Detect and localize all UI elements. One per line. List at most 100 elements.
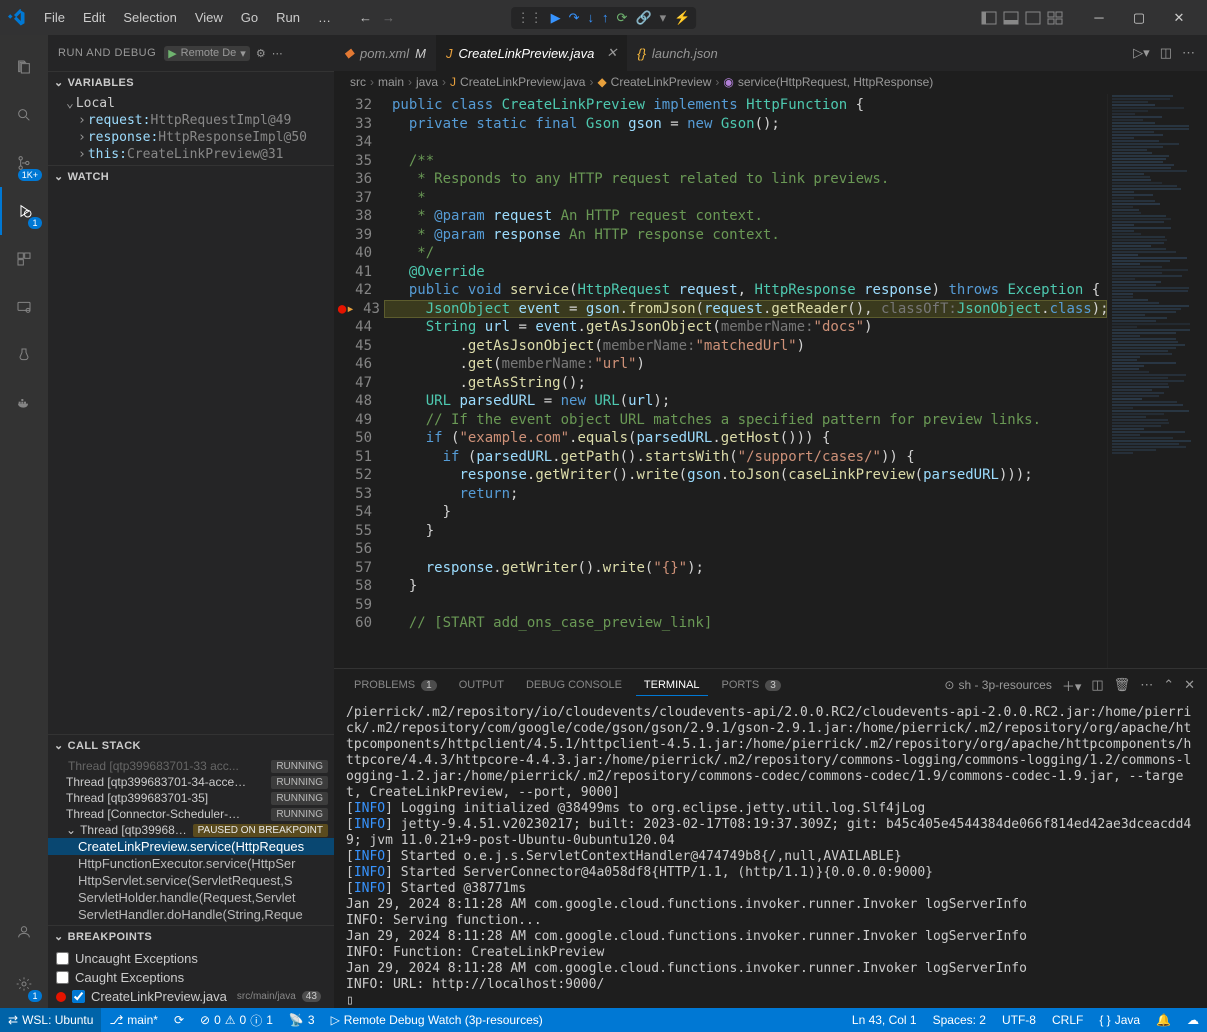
minimap[interactable] xyxy=(1107,94,1207,668)
stack-frame[interactable]: CreateLinkPreview.service(HttpReques xyxy=(48,838,334,855)
breakpoint-row[interactable]: Uncaught Exceptions xyxy=(48,949,334,968)
close-button[interactable]: ✕ xyxy=(1159,3,1199,33)
variable-row[interactable]: › this: CreateLinkPreview@31 xyxy=(48,146,334,163)
variables-scope[interactable]: ⌄Local xyxy=(48,95,334,112)
menu-go[interactable]: Go xyxy=(233,6,266,29)
restart-icon[interactable]: ⟳ xyxy=(617,10,628,26)
menu-view[interactable]: View xyxy=(187,6,231,29)
bp-checkbox[interactable] xyxy=(56,971,69,984)
panel-tab-terminal[interactable]: TERMINAL xyxy=(636,675,708,696)
menu-run[interactable]: Run xyxy=(268,6,308,29)
thread-row-paused[interactable]: ⌄Thread [qtp39968…PAUSED ON BREAKPOINT xyxy=(48,822,334,838)
breadcrumbs[interactable]: src› main› java› JCreateLinkPreview.java… xyxy=(334,71,1207,94)
thread-row[interactable]: Thread [qtp399683701-33 acc...RUNNING xyxy=(48,758,334,774)
tab-createlinkpreview[interactable]: JCreateLinkPreview.java✕ xyxy=(436,35,627,71)
split-terminal-icon[interactable]: ◫ xyxy=(1091,677,1103,693)
tab-pom[interactable]: ◆pom.xmlM xyxy=(334,35,436,71)
terminal-more-icon[interactable]: ⋯ xyxy=(1140,677,1153,693)
bp-checkbox[interactable] xyxy=(72,990,85,1003)
continue-icon[interactable]: ▶ xyxy=(551,10,561,26)
panel-tab-problems[interactable]: PROBLEMS1 xyxy=(346,675,445,695)
thread-row[interactable]: Thread [Connector-Scheduler-…RUNNING xyxy=(48,806,334,822)
code-editor[interactable]: 3233343536373839404142●▸ 434445464748495… xyxy=(334,94,1207,668)
terminal-profile[interactable]: ⊙sh - 3p-resources xyxy=(944,678,1051,692)
breadcrumb-item[interactable]: src xyxy=(350,75,366,89)
breakpoint-row[interactable]: CreateLinkPreview.javasrc/main/java43 xyxy=(48,987,334,1006)
layout-left-icon[interactable] xyxy=(981,10,997,26)
variable-row[interactable]: › response: HttpResponseImpl@50 xyxy=(48,129,334,146)
drag-handle-icon[interactable]: ⋮⋮ xyxy=(517,10,543,26)
run-debug-icon[interactable]: 1 xyxy=(0,187,48,235)
breakpoints-header[interactable]: ⌄BREAKPOINTS xyxy=(48,926,334,947)
encoding[interactable]: UTF-8 xyxy=(994,1013,1044,1027)
search-icon[interactable] xyxy=(0,91,48,139)
chevron-down-icon[interactable]: ▾ xyxy=(240,47,246,60)
breadcrumb-item[interactable]: service(HttpRequest, HttpResponse) xyxy=(738,75,933,89)
nav-forward-icon[interactable]: → xyxy=(382,10,395,25)
debug-more-icon[interactable]: ⋯ xyxy=(272,47,283,60)
stack-frame[interactable]: ServletHolder.handle(Request,Servlet xyxy=(48,889,334,906)
bp-checkbox[interactable] xyxy=(56,952,69,965)
minimize-button[interactable]: ─ xyxy=(1079,3,1119,33)
step-out-icon[interactable]: ↑ xyxy=(602,10,609,25)
settings-icon[interactable]: 1 xyxy=(0,960,48,1008)
breadcrumb-item[interactable]: CreateLinkPreview.java xyxy=(460,75,585,89)
layout-customize-icon[interactable] xyxy=(1047,10,1063,26)
breadcrumb-item[interactable]: java xyxy=(416,75,438,89)
panel-tab-debugconsole[interactable]: DEBUG CONSOLE xyxy=(518,675,630,695)
thread-row[interactable]: Thread [qtp399683701-35]RUNNING xyxy=(48,790,334,806)
breakpoint-row[interactable]: Caught Exceptions xyxy=(48,968,334,987)
eol[interactable]: CRLF xyxy=(1044,1013,1091,1027)
stack-frame[interactable]: HttpFunctionExecutor.service(HttpSer xyxy=(48,855,334,872)
debug-session-indicator[interactable]: ▷Remote Debug Watch (3p-resources) xyxy=(323,1008,551,1032)
testing-icon[interactable] xyxy=(0,331,48,379)
remote-indicator[interactable]: ⇄WSL: Ubuntu xyxy=(0,1008,101,1032)
sync-indicator[interactable]: ⟳ xyxy=(166,1008,192,1032)
breadcrumb-item[interactable]: main xyxy=(378,75,404,89)
panel-tab-output[interactable]: OUTPUT xyxy=(451,675,512,695)
stack-frame[interactable]: ServletHandler.doHandle(String,Reque xyxy=(48,906,334,923)
disconnect-icon[interactable]: ▾ xyxy=(660,10,667,26)
feedback-icon[interactable]: ☁ xyxy=(1179,1013,1207,1027)
nav-back-icon[interactable]: ← xyxy=(359,10,372,25)
hot-reload-icon[interactable]: ⚡ xyxy=(674,10,690,26)
accounts-icon[interactable] xyxy=(0,908,48,956)
docker-icon[interactable] xyxy=(0,379,48,427)
breadcrumb-item[interactable]: CreateLinkPreview xyxy=(611,75,712,89)
maximize-button[interactable]: ▢ xyxy=(1119,3,1159,33)
variables-header[interactable]: ⌄VARIABLES xyxy=(48,72,334,93)
extensions-icon[interactable] xyxy=(0,235,48,283)
layout-bottom-icon[interactable] xyxy=(1003,10,1019,26)
indentation[interactable]: Spaces: 2 xyxy=(925,1013,994,1027)
layout-right-icon[interactable] xyxy=(1025,10,1041,26)
source-control-icon[interactable]: 1K+ xyxy=(0,139,48,187)
ports-indicator[interactable]: 📡3 xyxy=(281,1008,323,1032)
step-into-icon[interactable]: ↓ xyxy=(588,10,595,25)
cursor-position[interactable]: Ln 43, Col 1 xyxy=(844,1013,925,1027)
menu-selection[interactable]: Selection xyxy=(115,6,184,29)
variable-row[interactable]: › request: HttpRequestImpl@49 xyxy=(48,112,334,129)
start-debug-icon[interactable]: ▶ xyxy=(168,47,176,60)
code-content[interactable]: public class CreateLinkPreview implement… xyxy=(384,94,1107,668)
thread-row[interactable]: Thread [qtp399683701-34-acce…RUNNING xyxy=(48,774,334,790)
remote-explorer-icon[interactable] xyxy=(0,283,48,331)
split-editor-icon[interactable]: ◫ xyxy=(1160,45,1172,61)
menu-edit[interactable]: Edit xyxy=(75,6,113,29)
terminal-output[interactable]: /pierrick/.m2/repository/io/cloudevents/… xyxy=(334,701,1207,1008)
notifications-icon[interactable]: 🔔 xyxy=(1148,1013,1179,1027)
stop-icon[interactable]: 🔗 xyxy=(635,10,651,26)
kill-terminal-icon[interactable]: 🗑 xyxy=(1114,677,1131,693)
watch-header[interactable]: ⌄WATCH xyxy=(48,166,334,187)
branch-indicator[interactable]: ⎇main* xyxy=(101,1008,166,1032)
callstack-header[interactable]: ⌄CALL STACK xyxy=(48,735,334,756)
explorer-icon[interactable] xyxy=(0,43,48,91)
menu-more[interactable]: … xyxy=(310,6,339,29)
tab-close-icon[interactable]: ✕ xyxy=(606,45,617,61)
step-over-icon[interactable]: ↷ xyxy=(569,10,580,26)
tab-launch[interactable]: {}launch.json xyxy=(627,35,727,71)
language-mode[interactable]: { }Java xyxy=(1091,1013,1148,1027)
close-panel-icon[interactable]: ✕ xyxy=(1184,677,1195,693)
problems-indicator[interactable]: ⊘0 ⚠0 ⓘ1 xyxy=(192,1008,281,1032)
menu-file[interactable]: File xyxy=(36,6,73,29)
run-file-icon[interactable]: ▷▾ xyxy=(1133,45,1150,61)
